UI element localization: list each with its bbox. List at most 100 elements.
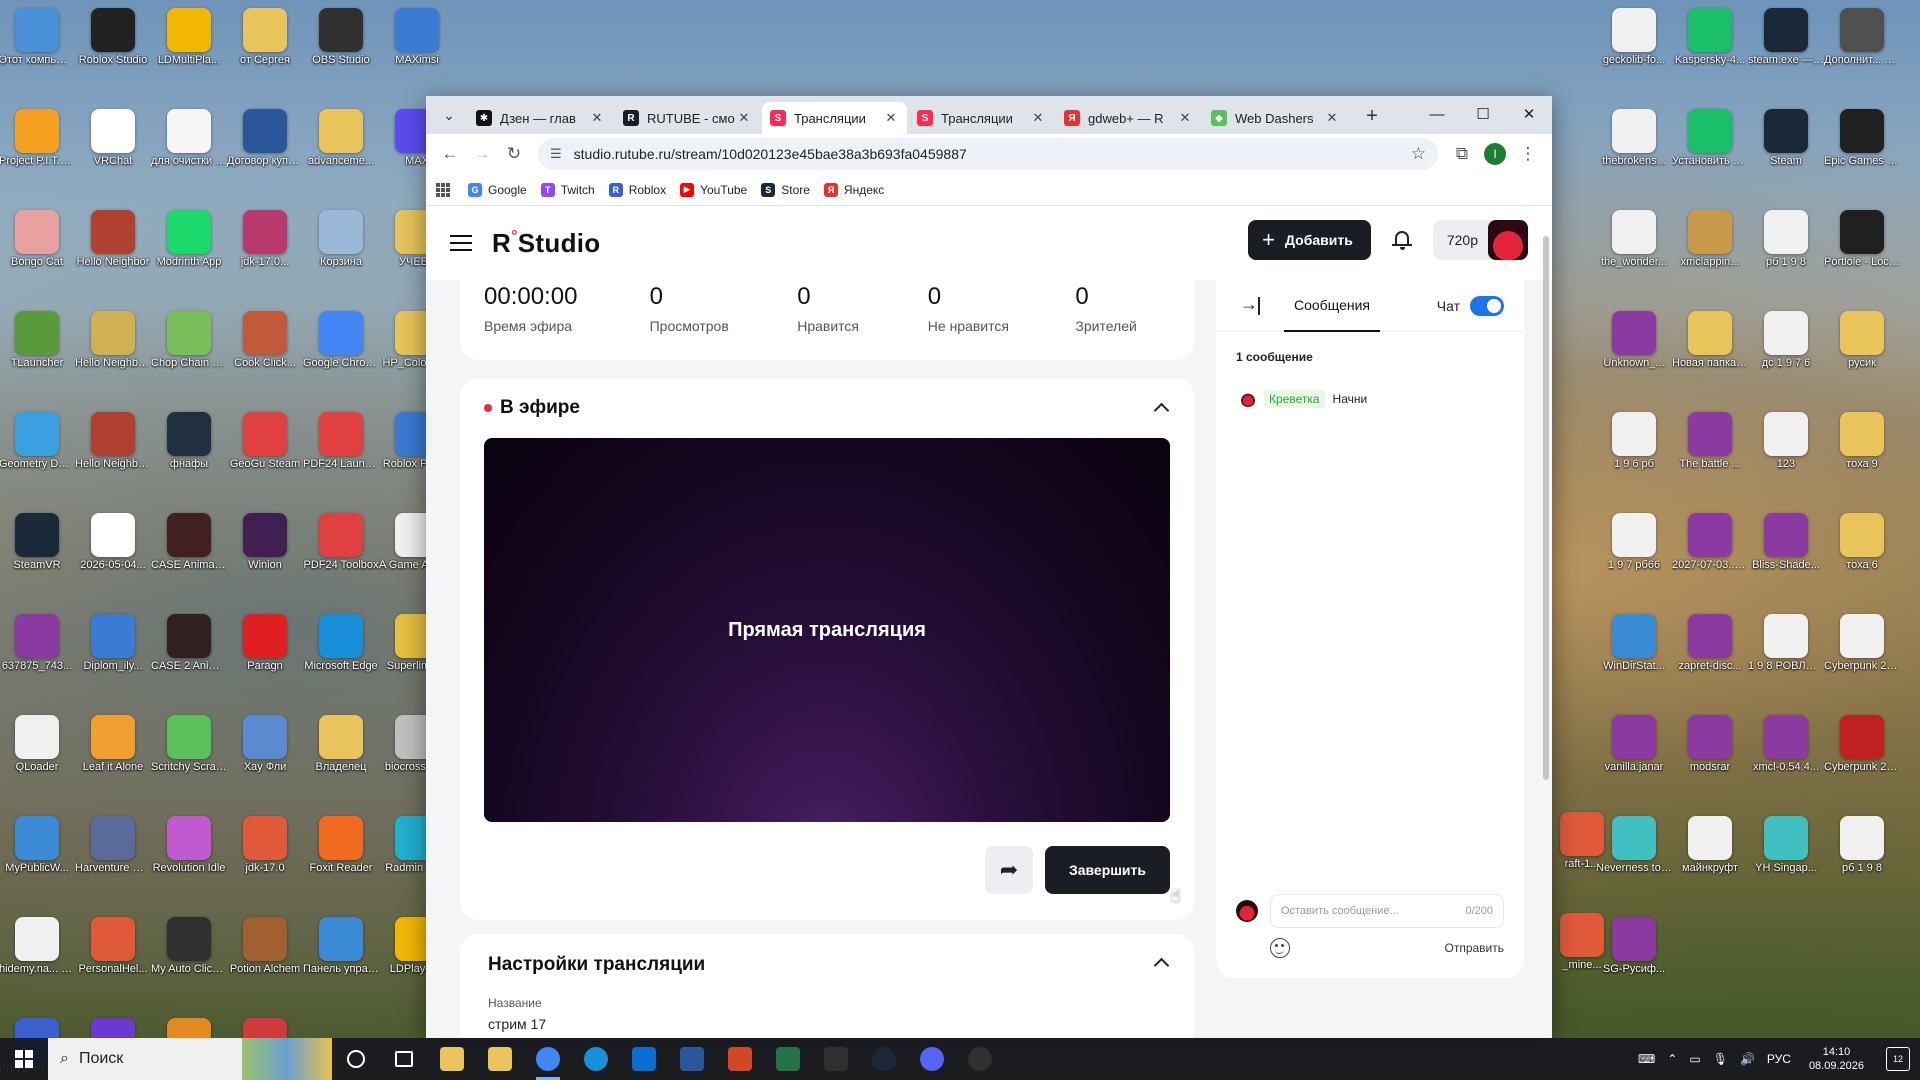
desktop-icon[interactable]: 637875_743...: [0, 614, 75, 673]
back-icon[interactable]: ←: [434, 138, 466, 170]
taskbar-task-view-icon[interactable]: [380, 1038, 428, 1080]
bookmark-item[interactable]: ▶ YouTube: [680, 182, 747, 197]
desktop-icon[interactable]: Hello Neighbor...: [75, 311, 151, 370]
desktop-icon[interactable]: для очистки кэша осн...: [151, 109, 227, 168]
mic-icon[interactable]: 🎙: [1713, 1052, 1728, 1066]
bookmark-star-icon[interactable]: ☆: [1411, 144, 1426, 164]
browser-tab[interactable]: R RUTUBE - смо ✕: [615, 102, 760, 134]
collapse-panel-icon[interactable]: [1240, 294, 1260, 316]
desktop-icon[interactable]: Microsoft Edge: [303, 614, 379, 673]
desktop-icon[interactable]: My Auto Clicker: [151, 917, 227, 976]
browser-menu-icon[interactable]: ⋮: [1512, 138, 1544, 170]
apps-grid-icon[interactable]: [436, 182, 450, 197]
page-scrollbar[interactable]: [1542, 206, 1550, 1032]
desktop-icon[interactable]: 1 9 7 рб66: [1596, 513, 1672, 572]
desktop-icon[interactable]: OBS Studio: [303, 8, 379, 67]
desktop-icon[interactable]: Bliss-Shade...: [1748, 513, 1824, 572]
language-indicator[interactable]: РУС: [1767, 1052, 1791, 1066]
desktop-icon[interactable]: Harventure Demo: [75, 816, 151, 875]
address-bar[interactable]: ☰ studio.rutube.ru/stream/10d020123e45ba…: [538, 138, 1438, 170]
minimize-icon[interactable]: —: [1414, 96, 1460, 132]
tab-close-icon[interactable]: ✕: [1177, 110, 1193, 126]
desktop-icon[interactable]: Geometry Dash: [0, 412, 75, 471]
desktop-icon[interactable]: 2027-07-03... мир (1).zip: [1672, 513, 1748, 572]
desktop-icon[interactable]: Project P.I.T.T. Demo: [0, 109, 75, 168]
desktop-icon[interactable]: Diplom_ily...: [75, 614, 151, 673]
desktop-icon[interactable]: Leaf it Alone: [75, 715, 151, 774]
desktop-icon[interactable]: Дополнит... сведения ...: [1824, 8, 1900, 67]
finish-stream-button[interactable]: Завершить: [1044, 846, 1170, 894]
desktop-icon[interactable]: VRChat: [75, 109, 151, 168]
chat-switch[interactable]: [1470, 296, 1504, 316]
desktop-icon[interactable]: The battle ...: [1672, 412, 1748, 471]
tab-close-icon[interactable]: ✕: [1324, 110, 1340, 126]
desktop-icon[interactable]: QLoader: [0, 715, 75, 774]
browser-tab[interactable]: Яgdweb+ — R ✕: [1056, 102, 1201, 134]
clock[interactable]: 14:10 08.09.2026: [1809, 1045, 1864, 1073]
message-input[interactable]: Оставить сообщение... 0/200: [1270, 894, 1504, 928]
desktop-icon[interactable]: Chop Chain Demo: [151, 311, 227, 370]
taskbar-powerpoint-icon[interactable]: [716, 1038, 764, 1080]
taskbar-chrome-icon[interactable]: [524, 1038, 572, 1080]
desktop-icon[interactable]: PDF24 Toolbox: [303, 513, 379, 572]
desktop-icon[interactable]: SteamVR: [0, 513, 75, 572]
desktop-icon[interactable]: thebrokens...: [1596, 109, 1672, 168]
desktop-icon[interactable]: Владелец: [303, 715, 379, 774]
bookmark-item[interactable]: Я Яндекс: [823, 182, 884, 197]
bookmark-item[interactable]: S Store: [761, 182, 810, 197]
desktop-icon[interactable]: рб 1 9 8: [1748, 210, 1824, 269]
browser-tab[interactable]: S Трансляции ✕: [909, 102, 1054, 134]
desktop-icon[interactable]: рб 1 9 8: [1824, 816, 1900, 875]
desktop-icon[interactable]: Paragn: [227, 614, 303, 673]
desktop-icon[interactable]: advanceme...: [303, 109, 379, 168]
desktop-icon[interactable]: MyPublicW...: [0, 816, 75, 875]
name-value[interactable]: стрим 17: [488, 1016, 1166, 1032]
desktop-icon[interactable]: jdk-17.0...: [227, 210, 303, 269]
desktop-icon[interactable]: дс 1 9 7 6: [1748, 311, 1824, 370]
desktop-icon[interactable]: 2026-05-04...: [75, 513, 151, 572]
taskbar-cortana-icon[interactable]: [332, 1038, 380, 1080]
desktop-icon[interactable]: Unknown_...: [1596, 311, 1672, 370]
desktop-icon[interactable]: Portlole - Local P...: [1824, 210, 1900, 269]
desktop-icon[interactable]: jdk-17.0: [227, 816, 303, 875]
tab-close-icon[interactable]: ✕: [1030, 110, 1046, 126]
address-url[interactable]: studio.rutube.ru/stream/10d020123e45bae3…: [574, 146, 1411, 162]
desktop-icon[interactable]: LDMultiPla...: [151, 8, 227, 67]
profile-avatar[interactable]: I: [1484, 143, 1506, 165]
desktop-icon[interactable]: Cook Click...: [227, 311, 303, 370]
desktop-icon[interactable]: Potion Alchem: [227, 917, 303, 976]
desktop-icon[interactable]: hidemy.na... VPN 2.0: [0, 917, 75, 976]
taskbar-steam-icon[interactable]: [860, 1038, 908, 1080]
desktop-icon[interactable]: 1 9 8 РОВЛОКС: [1748, 614, 1824, 673]
desktop-icon[interactable]: WinDirStat...: [1596, 614, 1672, 673]
desktop-icon[interactable]: Договор купли-про...: [227, 109, 303, 168]
desktop-icon[interactable]: Kaspersky-4...: [1672, 8, 1748, 67]
desktop-icon[interactable]: Google Chrome: [303, 311, 379, 370]
desktop-icon[interactable]: raft-1...: [1544, 812, 1620, 871]
desktop-icon[interactable]: Epic Games Launcher: [1824, 109, 1900, 168]
chat-toggle[interactable]: Чат: [1437, 296, 1504, 316]
forward-icon[interactable]: →: [466, 138, 498, 170]
browser-tab[interactable]: ◆ Web Dashers ✕: [1203, 102, 1348, 134]
desktop-icon[interactable]: майнкруфт: [1672, 816, 1748, 875]
tab-close-icon[interactable]: ✕: [883, 110, 899, 126]
desktop-icon[interactable]: xmcl-0.54.4...: [1748, 715, 1824, 774]
desktop-icon[interactable]: PersonalHel...: [75, 917, 151, 976]
desktop-icon[interactable]: the_wonder...: [1596, 210, 1672, 269]
send-button[interactable]: Отправить: [1444, 941, 1504, 955]
taskbar-search[interactable]: ⌕ Поиск: [48, 1038, 332, 1080]
site-info-icon[interactable]: ☰: [550, 146, 562, 162]
browser-tab[interactable]: S Трансляции ✕: [762, 102, 907, 134]
tab-close-icon[interactable]: ✕: [736, 110, 752, 126]
desktop-icon[interactable]: Revolution Idle: [151, 816, 227, 875]
desktop-icon[interactable]: Foxit Reader: [303, 816, 379, 875]
tray-chevron-icon[interactable]: ⌃: [1667, 1052, 1677, 1066]
network-icon[interactable]: ▭: [1689, 1052, 1700, 1066]
close-window-icon[interactable]: ✕: [1506, 96, 1552, 132]
keyboard-icon[interactable]: ⌨: [1638, 1052, 1655, 1066]
tab-search-chevron-icon[interactable]: ⌄: [434, 100, 464, 130]
tab-messages[interactable]: Сообщения: [1284, 280, 1380, 332]
desktop-icon[interactable]: geckolib-fo...: [1596, 8, 1672, 67]
taskbar-discord-icon[interactable]: [908, 1038, 956, 1080]
settings-chevron-icon[interactable]: [1154, 956, 1168, 970]
